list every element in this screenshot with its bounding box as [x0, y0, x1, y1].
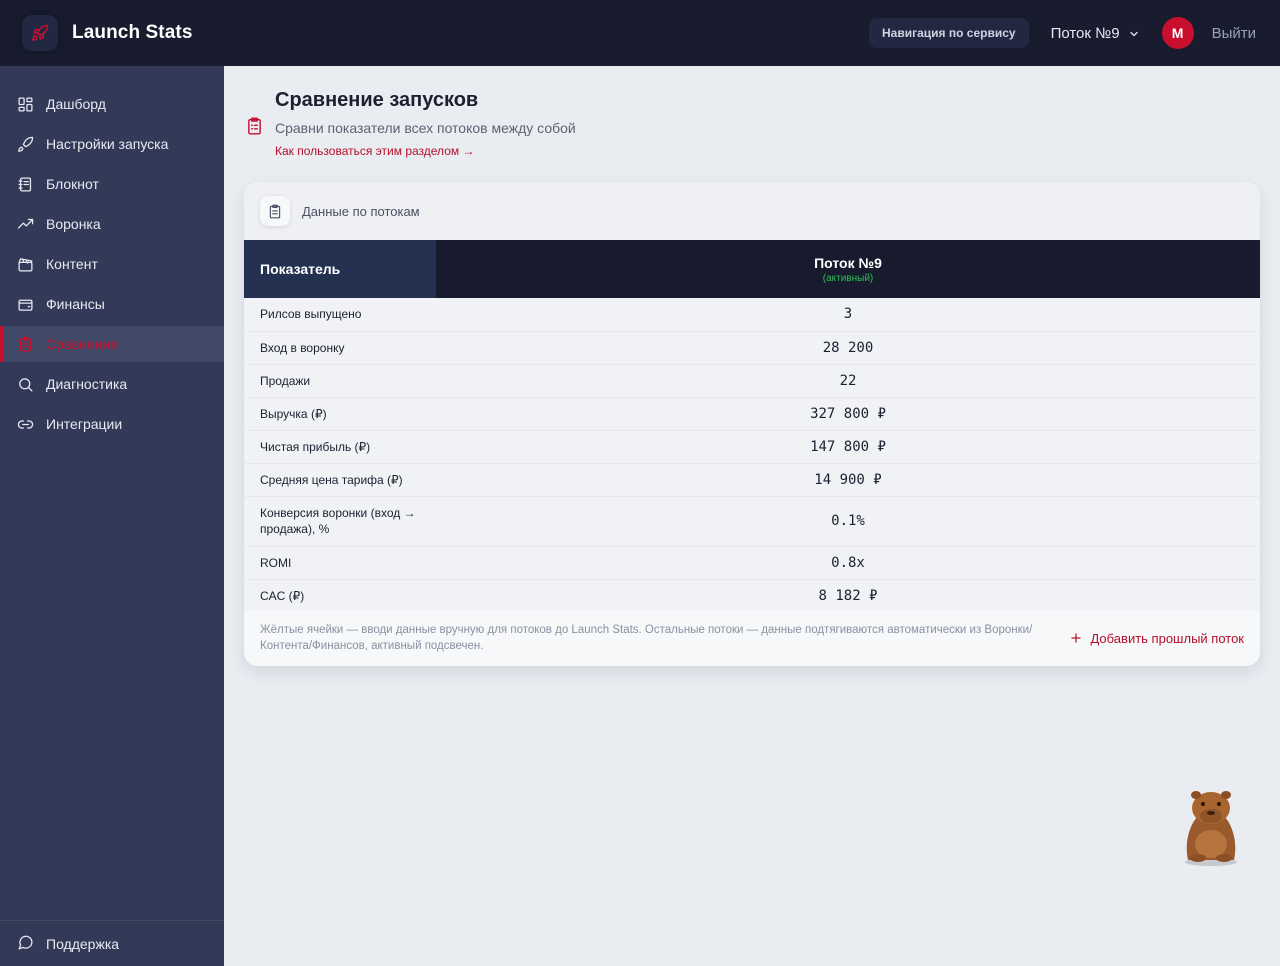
clipboard-icon	[246, 116, 263, 160]
top-bar: Launch Stats Навигация по сервису Поток …	[0, 0, 1280, 66]
sidebar-item-label: Настройки запуска	[46, 136, 169, 152]
stream-selector-label: Поток №9	[1050, 24, 1120, 42]
plus-icon	[1071, 633, 1082, 643]
metric-value: 147 800 ₽	[810, 438, 886, 455]
metric-value: 327 800 ₽	[810, 405, 886, 422]
clapperboard-icon	[17, 256, 34, 273]
page-subtitle: Сравни показатели всех потоков между соб…	[275, 120, 576, 136]
link-icon	[17, 416, 34, 433]
table-row: Продажи 22	[244, 364, 1260, 397]
metric-value: 0.1%	[831, 513, 865, 529]
page-title: Сравнение запусков	[275, 89, 479, 111]
chevron-down-icon	[1129, 31, 1138, 37]
sidebar-item-notebook[interactable]: Блокнот	[0, 166, 224, 202]
metric-value: 3	[843, 306, 853, 323]
stream-selector[interactable]: Поток №9	[1047, 25, 1144, 42]
sidebar-item-label: Сравнение	[46, 336, 118, 352]
sidebar-item-label: Финансы	[46, 296, 105, 312]
metric-label: Выручка (₽)	[260, 406, 327, 421]
notebook-icon	[17, 176, 34, 193]
sidebar-item-dashboard[interactable]: Дашборд	[0, 86, 224, 122]
footer-note: Жёлтые ячейки — вводи данные вручную для…	[260, 624, 1033, 652]
help-link[interactable]: Как пользоваться этим разделом →	[275, 144, 474, 158]
table-row: CAC (₽) 8 182 ₽	[244, 579, 1260, 612]
sidebar-item-label: Блокнот	[46, 176, 99, 192]
metric-label: Рилсов выпущено	[260, 307, 362, 322]
sidebar-footer-label: Поддержка	[46, 935, 120, 952]
sidebar-item-launch-settings[interactable]: Настройки запуска	[0, 126, 224, 162]
sidebar-item-label: Интеграции	[46, 416, 123, 432]
service-navigation-button[interactable]: Навигация по сервису	[869, 18, 1029, 48]
metric-label: Вход в воронку	[260, 340, 345, 355]
card-footer: Жёлтые ячейки — вводи данные вручную для…	[244, 610, 1260, 666]
app-title: Launch Stats	[72, 22, 193, 43]
main-content: Сравнение запусков Сравни показатели все…	[224, 66, 1280, 966]
wallet-icon	[17, 296, 34, 313]
trending-up-icon	[17, 216, 34, 233]
stream-column-name: Поток №9	[814, 254, 882, 271]
sidebar-item-support[interactable]: Поддержка	[0, 920, 224, 966]
stream-column-header[interactable]: Поток №9 (активный)	[436, 240, 1260, 298]
sidebar-item-label: Контент	[46, 256, 98, 272]
chat-icon	[17, 934, 34, 954]
page-header: Сравнение запусков Сравни показатели все…	[246, 88, 576, 160]
sidebar-item-comparison[interactable]: Сравнение	[0, 326, 224, 362]
sidebar-item-diagnostics[interactable]: Диагностика	[0, 366, 224, 402]
metric-value: 8 182 ₽	[818, 587, 878, 604]
metric-label: Конверсия воронки (вход → продажа), %	[260, 506, 416, 536]
sidebar-item-funnel[interactable]: Воронка	[0, 206, 224, 242]
rocket-icon	[17, 136, 34, 153]
table-row: Средняя цена тарифа (₽) 14 900 ₽	[244, 463, 1260, 496]
metric-column-header: Показатель	[244, 240, 436, 298]
table-row: Чистая прибыль (₽) 147 800 ₽	[244, 430, 1260, 463]
metric-value: 28 200	[822, 339, 874, 356]
metric-label: Продажи	[260, 373, 311, 388]
grid-icon	[17, 96, 34, 113]
active-stream-tag: (активный)	[822, 272, 874, 284]
clipboard-icon	[17, 336, 34, 353]
table-row: Выручка (₽) 327 800 ₽	[244, 397, 1260, 430]
add-past-stream-label: Добавить прошлый поток	[1090, 630, 1244, 646]
table-row: Вход в воронку 28 200	[244, 331, 1260, 364]
search-icon	[17, 376, 34, 393]
rocket-logo-icon	[22, 15, 58, 51]
table-row: Конверсия воронки (вход → продажа), % 0.…	[244, 496, 1260, 546]
brand[interactable]: Launch Stats	[22, 15, 193, 51]
table-row: ROMI 0.8x	[244, 546, 1260, 579]
metric-label: Чистая прибыль (₽)	[260, 439, 371, 454]
sidebar-item-label: Диагностика	[46, 376, 128, 392]
metric-label: ROMI	[260, 555, 292, 570]
sidebar-item-integrations[interactable]: Интеграции	[0, 406, 224, 442]
sidebar-item-label: Воронка	[46, 216, 101, 232]
sidebar: Дашборд Настройки запуска Блокнот Воронк…	[0, 66, 224, 966]
logout-button[interactable]: Выйти	[1212, 25, 1256, 42]
add-past-stream-button[interactable]: Добавить прошлый поток	[1070, 631, 1244, 646]
table-header-row: Показатель Поток №9 (активный)	[244, 240, 1260, 298]
metric-value: 0.8x	[831, 554, 865, 571]
card-title: Данные по потокам	[302, 203, 420, 219]
metric-value: 22	[839, 372, 857, 389]
clipboard-icon	[260, 196, 290, 226]
sidebar-item-finance[interactable]: Финансы	[0, 286, 224, 322]
streams-data-card: Данные по потокам Показатель Поток №9 (а…	[244, 182, 1260, 666]
metric-label: CAC (₽)	[260, 588, 305, 603]
user-avatar[interactable]: M	[1161, 17, 1194, 49]
capybara-mascot-icon[interactable]	[1178, 786, 1244, 866]
sidebar-item-label: Дашборд	[46, 96, 106, 112]
card-header: Данные по потокам	[244, 182, 1260, 240]
comparison-table: Показатель Поток №9 (активный) Рилсов вы…	[244, 240, 1260, 613]
metric-label: Средняя цена тарифа (₽)	[260, 472, 403, 487]
table-row: Рилсов выпущено 3	[244, 298, 1260, 331]
sidebar-item-content[interactable]: Контент	[0, 246, 224, 282]
metric-value: 14 900 ₽	[814, 471, 882, 488]
